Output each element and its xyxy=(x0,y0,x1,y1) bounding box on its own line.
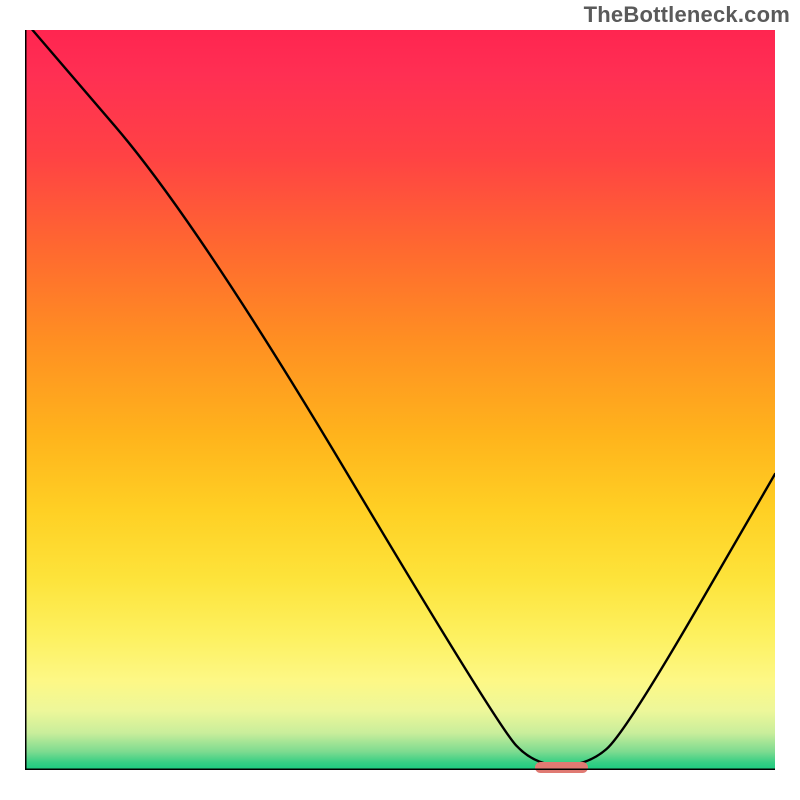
gradient-background xyxy=(25,30,775,770)
watermark-text: TheBottleneck.com xyxy=(584,2,790,28)
bottleneck-chart: TheBottleneck.com xyxy=(0,0,800,800)
plot-area xyxy=(25,30,775,770)
optimal-range-marker xyxy=(535,762,588,773)
